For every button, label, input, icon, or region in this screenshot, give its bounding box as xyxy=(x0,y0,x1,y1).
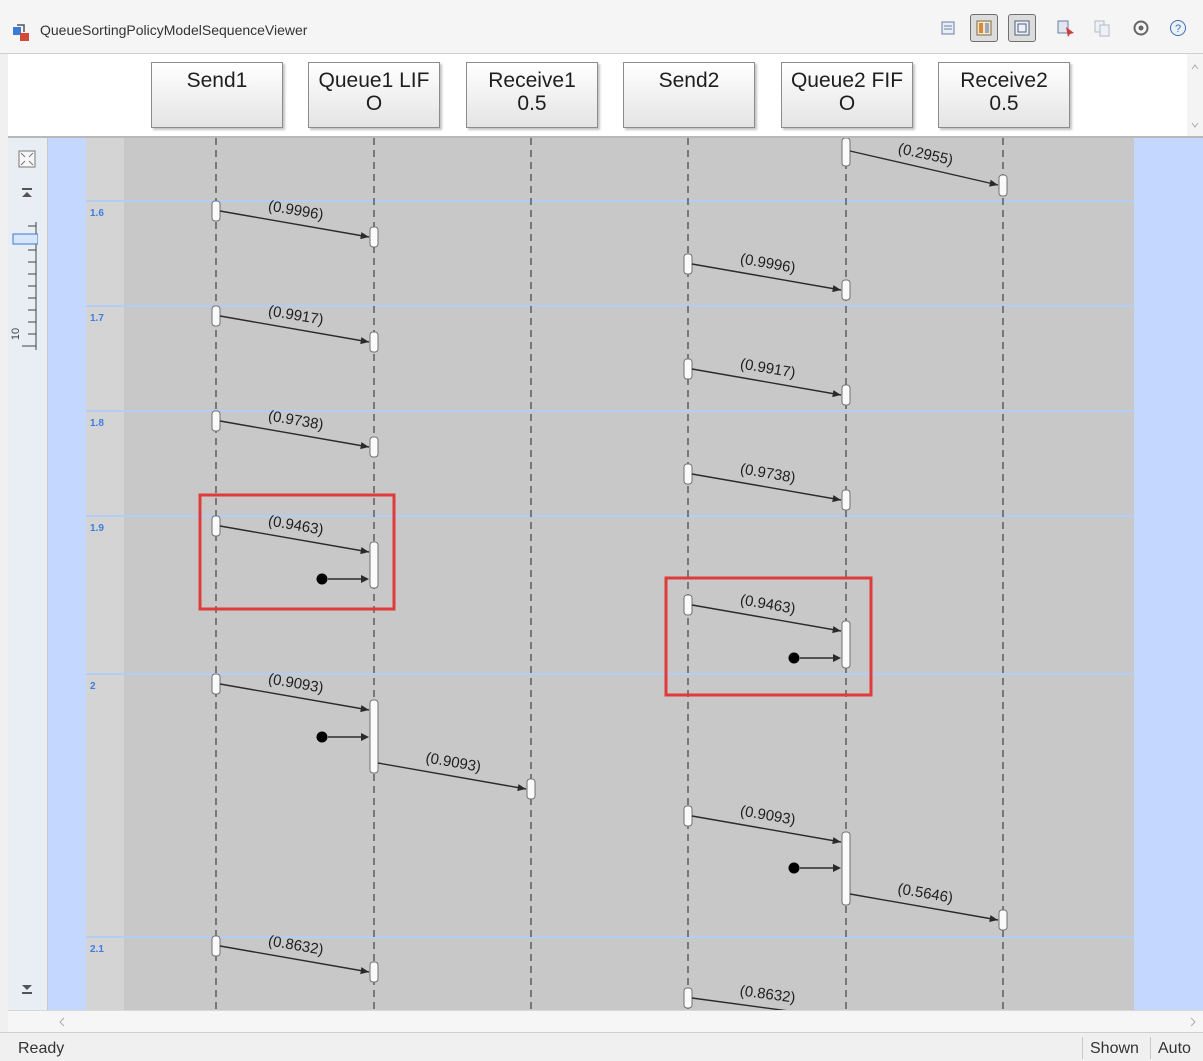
activation-bar[interactable] xyxy=(211,305,221,327)
lifeline-label: Send2 xyxy=(658,69,720,92)
activation-bar[interactable] xyxy=(211,515,221,537)
lifeline-header-queue1[interactable]: Queue1 LIF O xyxy=(308,62,440,128)
help-icon: ? xyxy=(1170,20,1186,36)
window-title: QueueSortingPolicyModelSequenceViewer xyxy=(40,22,308,38)
activation-bar[interactable] xyxy=(683,987,693,1009)
lifeline-label: Receive1 xyxy=(488,69,576,92)
fit-to-view-icon[interactable] xyxy=(17,149,37,169)
lifeline-header-receive1[interactable]: Receive1 0.5 xyxy=(466,62,598,128)
sequence-diagram-area[interactable]: 1.6 1.7 1.8 1.9 2 2.1 (0.2955) (0.9996) (0.9996… xyxy=(48,138,1203,1010)
lifeline-label-2: 0.5 xyxy=(517,92,547,115)
time-label: 2.1 xyxy=(90,944,104,955)
activation-bar[interactable] xyxy=(683,805,693,827)
found-message-dot[interactable] xyxy=(316,731,328,743)
activation-bar[interactable] xyxy=(369,436,379,458)
activation-bar[interactable] xyxy=(369,699,379,774)
message-table-icon xyxy=(1014,20,1030,36)
app-icon xyxy=(13,24,29,41)
lifeline-label: Receive2 xyxy=(960,69,1048,92)
activation-bar[interactable] xyxy=(211,200,221,222)
status-text: Ready xyxy=(18,1040,65,1057)
copy-button[interactable] xyxy=(1088,14,1116,42)
activation-bar[interactable] xyxy=(683,253,693,275)
status-separator xyxy=(1150,1037,1151,1059)
activation-bar[interactable] xyxy=(526,778,536,800)
scroll-down-icon xyxy=(1191,122,1199,128)
activation-bar[interactable] xyxy=(998,909,1008,931)
sequence-diagram-canvas: 1.61.71.81.922.1 (0.2955)(0.9996)(0.9996… xyxy=(86,138,1134,1010)
properties-button[interactable] xyxy=(934,14,962,42)
svg-text:?: ? xyxy=(1175,23,1181,35)
scroll-up-icon xyxy=(1191,64,1199,70)
activation-bar[interactable] xyxy=(841,279,851,301)
activation-bar[interactable] xyxy=(683,594,693,616)
activation-bar[interactable] xyxy=(369,961,379,983)
copy-icon xyxy=(1094,20,1110,37)
lifeline-header-button[interactable] xyxy=(970,14,998,42)
activation-bar[interactable] xyxy=(211,935,221,957)
activation-bar[interactable] xyxy=(841,620,851,669)
status-separator xyxy=(1082,1037,1083,1059)
jump-to-start-icon[interactable] xyxy=(17,184,37,204)
activation-bar[interactable] xyxy=(683,358,693,380)
lifeline-header-queue2[interactable]: Queue2 FIF O xyxy=(781,62,913,128)
activation-bar[interactable] xyxy=(369,331,379,353)
time-label: 1.6 xyxy=(90,208,104,219)
found-message-dot[interactable] xyxy=(788,652,800,664)
status-bar: Ready Shown Auto xyxy=(0,1032,1203,1061)
horizontal-scrollbar[interactable] xyxy=(8,1010,1203,1032)
time-navigator[interactable]: 10 xyxy=(8,138,48,1010)
lifeline-label: Queue1 LIF xyxy=(318,69,430,92)
properties-icon xyxy=(941,21,955,35)
settings-icon xyxy=(1133,20,1149,36)
status-shown[interactable]: Shown xyxy=(1090,1040,1139,1058)
time-label: 1.8 xyxy=(90,418,104,429)
activation-bar[interactable] xyxy=(998,174,1008,197)
lifeline-label-2: 0.5 xyxy=(989,92,1019,115)
lifeline-label-2: O xyxy=(838,92,856,115)
diagram-background xyxy=(86,138,1134,1010)
activation-bar[interactable] xyxy=(841,831,851,906)
found-message-dot[interactable] xyxy=(316,573,328,585)
settings-button[interactable] xyxy=(1127,14,1155,42)
activation-bar[interactable] xyxy=(369,226,379,248)
scroll-left-icon xyxy=(59,1017,65,1027)
activation-bar[interactable] xyxy=(211,410,221,432)
lifeline-header-receive2[interactable]: Receive2 0.5 xyxy=(938,62,1070,128)
lifeline-label-2: O xyxy=(365,92,383,115)
activation-bar[interactable] xyxy=(211,673,221,695)
help-button[interactable]: ? xyxy=(1164,14,1192,42)
time-label: 1.9 xyxy=(90,523,104,534)
message-table-button[interactable] xyxy=(1008,14,1036,42)
lifeline-label: Send1 xyxy=(186,69,248,92)
jump-to-end-icon[interactable] xyxy=(17,978,37,998)
activation-bar[interactable] xyxy=(683,463,693,485)
time-label: 2 xyxy=(90,681,96,692)
highlight-message-icon xyxy=(1057,20,1074,37)
zoom-label: 10 xyxy=(10,327,23,341)
lifeline-header-send1[interactable]: Send1 xyxy=(151,62,283,128)
found-message-dot[interactable] xyxy=(788,862,800,874)
lifeline-label: Queue2 FIF xyxy=(790,69,904,92)
lifeline-header-send2[interactable]: Send2 xyxy=(623,62,755,128)
title-bar: QueueSortingPolicyModelSequenceViewer ? xyxy=(0,0,1203,54)
activation-bar[interactable] xyxy=(841,384,851,406)
activation-bar[interactable] xyxy=(841,489,851,511)
status-auto[interactable]: Auto xyxy=(1158,1040,1191,1058)
lifeline-header-icon xyxy=(976,20,992,36)
lifeline-header-row: Send1 Queue1 LIF O Receive1 0.5 Send2 Qu… xyxy=(8,54,1203,138)
highlight-message-button[interactable] xyxy=(1052,14,1080,42)
time-label: 1.7 xyxy=(90,313,104,324)
activation-bar[interactable] xyxy=(369,541,379,589)
header-scrollbar[interactable] xyxy=(1187,54,1203,136)
activation-bar[interactable] xyxy=(841,138,851,167)
time-gutter xyxy=(86,138,124,1010)
scroll-right-icon xyxy=(1190,1017,1196,1027)
